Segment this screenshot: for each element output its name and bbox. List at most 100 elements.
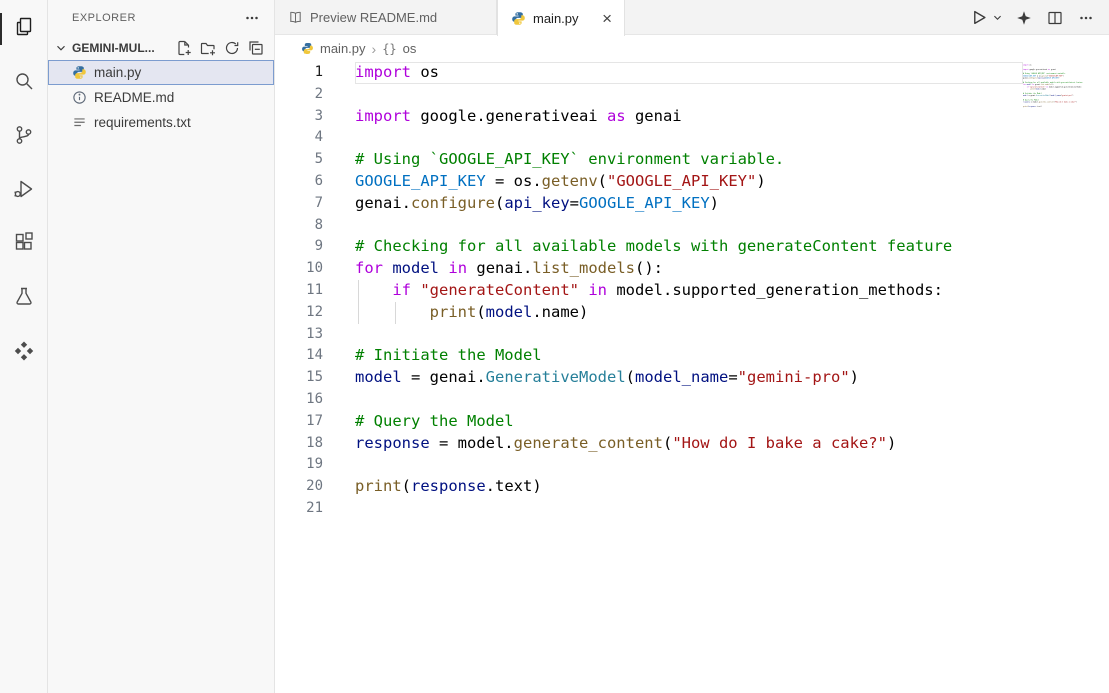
text-file-icon <box>71 115 87 131</box>
line-number[interactable]: 12 <box>275 302 341 324</box>
file-requirements-txt[interactable]: requirements.txt <box>48 110 274 135</box>
code-line-18[interactable]: 18 response = model.generate_content("How… <box>275 433 1023 455</box>
line-number[interactable]: 8 <box>275 215 341 237</box>
code-line-13[interactable]: 13 <box>275 324 1023 346</box>
activity-search[interactable] <box>0 56 48 110</box>
line-number[interactable]: 5 <box>275 149 341 171</box>
refresh-icon[interactable] <box>222 38 242 58</box>
collapse-all-icon[interactable] <box>246 38 266 58</box>
code-line-4[interactable]: 4 <box>275 127 1023 149</box>
code-line-16[interactable]: 16 <box>275 389 1023 411</box>
code-line-content: print(model.name) <box>355 302 1023 324</box>
file-readme-md[interactable]: README.md <box>48 85 274 110</box>
code-line-8[interactable]: 8 <box>275 215 1023 237</box>
code-line-content: # Using `GOOGLE_API_KEY` environment var… <box>355 149 1023 171</box>
tab-preview-readme[interactable]: Preview README.md <box>275 0 497 35</box>
minimap-content: import os import google.generativeai as … <box>1023 64 1109 110</box>
run-dropdown-icon[interactable] <box>991 8 1003 28</box>
code-line-12[interactable]: 12 print(model.name) <box>275 302 1023 324</box>
breadcrumb-separator: › <box>372 41 377 57</box>
breadcrumb-symbol[interactable]: os <box>403 41 417 56</box>
line-number[interactable]: 13 <box>275 324 341 346</box>
file-label: requirements.txt <box>94 115 191 130</box>
code-line-14[interactable]: 14# Initiate the Model <box>275 345 1023 367</box>
sidebar-header: EXPLORER <box>48 0 274 35</box>
line-number[interactable]: 7 <box>275 193 341 215</box>
line-number[interactable]: 3 <box>275 106 341 128</box>
sparkle-icon[interactable] <box>1014 8 1034 28</box>
tab-bar: Preview README.md main.py × <box>275 0 1109 35</box>
line-number[interactable]: 14 <box>275 345 341 367</box>
code-line-content: import os <box>355 62 1023 84</box>
code-line-17[interactable]: 17 # Query the Model <box>275 411 1023 433</box>
breadcrumb-file[interactable]: main.py <box>320 41 366 56</box>
line-number[interactable]: 9 <box>275 236 341 258</box>
minimap[interactable]: import os import google.generativeai as … <box>1023 62 1109 693</box>
split-editor-icon[interactable] <box>1045 8 1065 28</box>
tab-main-py[interactable]: main.py × <box>497 0 625 36</box>
code-line-content: response = model.generate_content("How d… <box>355 433 1023 455</box>
line-number[interactable]: 1 <box>275 62 341 84</box>
diamonds-icon <box>12 339 36 368</box>
views-more-actions-icon[interactable] <box>242 8 262 28</box>
line-number[interactable]: 6 <box>275 171 341 193</box>
file-main-py[interactable]: main.py <box>48 60 274 85</box>
close-icon[interactable]: × <box>602 10 612 27</box>
code-line-content: genai.configure(api_key=GOOGLE_API_KEY) <box>355 193 1023 215</box>
code-line-11[interactable]: 11 if "generateContent" in model.support… <box>275 280 1023 302</box>
file-list: main.py README.md requirements.txt <box>48 60 274 135</box>
code-line-6[interactable]: 6GOOGLE_API_KEY = os.getenv("GOOGLE_API_… <box>275 171 1023 193</box>
line-number[interactable]: 10 <box>275 258 341 280</box>
line-number[interactable]: 21 <box>275 498 341 520</box>
code-line-21[interactable]: 21 <box>275 498 1023 520</box>
line-number[interactable]: 19 <box>275 454 341 476</box>
editor-group: Preview README.md main.py × <box>275 0 1109 693</box>
new-folder-icon[interactable] <box>198 38 218 58</box>
code-line-5[interactable]: 5 # Using `GOOGLE_API_KEY` environment va… <box>275 149 1023 171</box>
code-line-content: model = genai.GenerativeModel(model_name… <box>355 367 1023 389</box>
new-file-icon[interactable] <box>174 38 194 58</box>
code-line-20[interactable]: 20 print(response.text) <box>275 476 1023 498</box>
code-line-content <box>355 84 1023 106</box>
explorer-sidebar: EXPLORER GEMINI-MUL... <box>48 0 275 693</box>
activity-explorer[interactable] <box>0 2 48 56</box>
code-line-content: print(response.text) <box>355 476 1023 498</box>
folder-section-header[interactable]: GEMINI-MUL... <box>48 35 274 60</box>
activity-run-debug[interactable] <box>0 164 48 218</box>
section-actions <box>174 38 266 58</box>
line-number[interactable]: 20 <box>275 476 341 498</box>
run-debug-icon <box>12 177 36 206</box>
line-number[interactable]: 18 <box>275 433 341 455</box>
activity-custom-view[interactable] <box>0 326 48 380</box>
code-line-content: import google.generativeai as genai <box>355 106 1023 128</box>
line-number[interactable]: 17 <box>275 411 341 433</box>
code-line-3[interactable]: 3 import google.generativeai as genai <box>275 106 1023 128</box>
file-label: main.py <box>94 65 141 80</box>
code-line-15[interactable]: 15 model = genai.GenerativeModel(model_na… <box>275 367 1023 389</box>
line-number[interactable]: 4 <box>275 127 341 149</box>
code-line-10[interactable]: 10for model in genai.list_models(): <box>275 258 1023 280</box>
line-number[interactable]: 15 <box>275 367 341 389</box>
code-line-9[interactable]: 9# Checking for all available models wit… <box>275 236 1023 258</box>
run-button[interactable] <box>968 8 988 28</box>
line-number[interactable]: 2 <box>275 84 341 106</box>
more-actions-icon[interactable] <box>1076 8 1096 28</box>
code-line-19[interactable]: 19 <box>275 454 1023 476</box>
activity-testing[interactable] <box>0 272 48 326</box>
line-number[interactable]: 11 <box>275 280 341 302</box>
symbol-namespace-icon: {} <box>382 42 396 56</box>
activity-source-control[interactable] <box>0 110 48 164</box>
code-line-2[interactable]: 2 <box>275 84 1023 106</box>
code-editor[interactable]: 1 import os 2 3 import google.generativeai … <box>275 62 1023 693</box>
beaker-icon <box>12 285 36 314</box>
extensions-icon <box>12 231 36 260</box>
activity-bar <box>0 0 48 693</box>
activity-extensions[interactable] <box>0 218 48 272</box>
code-line-content: # Query the Model <box>355 411 1023 433</box>
line-number[interactable]: 16 <box>275 389 341 411</box>
python-icon <box>300 42 314 56</box>
chevron-down-icon <box>53 40 69 56</box>
code-line-7[interactable]: 7 genai.configure(api_key=GOOGLE_API_KEY) <box>275 193 1023 215</box>
vscode-window: EXPLORER GEMINI-MUL... <box>0 0 1109 693</box>
code-line-1[interactable]: 1 import os <box>275 62 1023 84</box>
